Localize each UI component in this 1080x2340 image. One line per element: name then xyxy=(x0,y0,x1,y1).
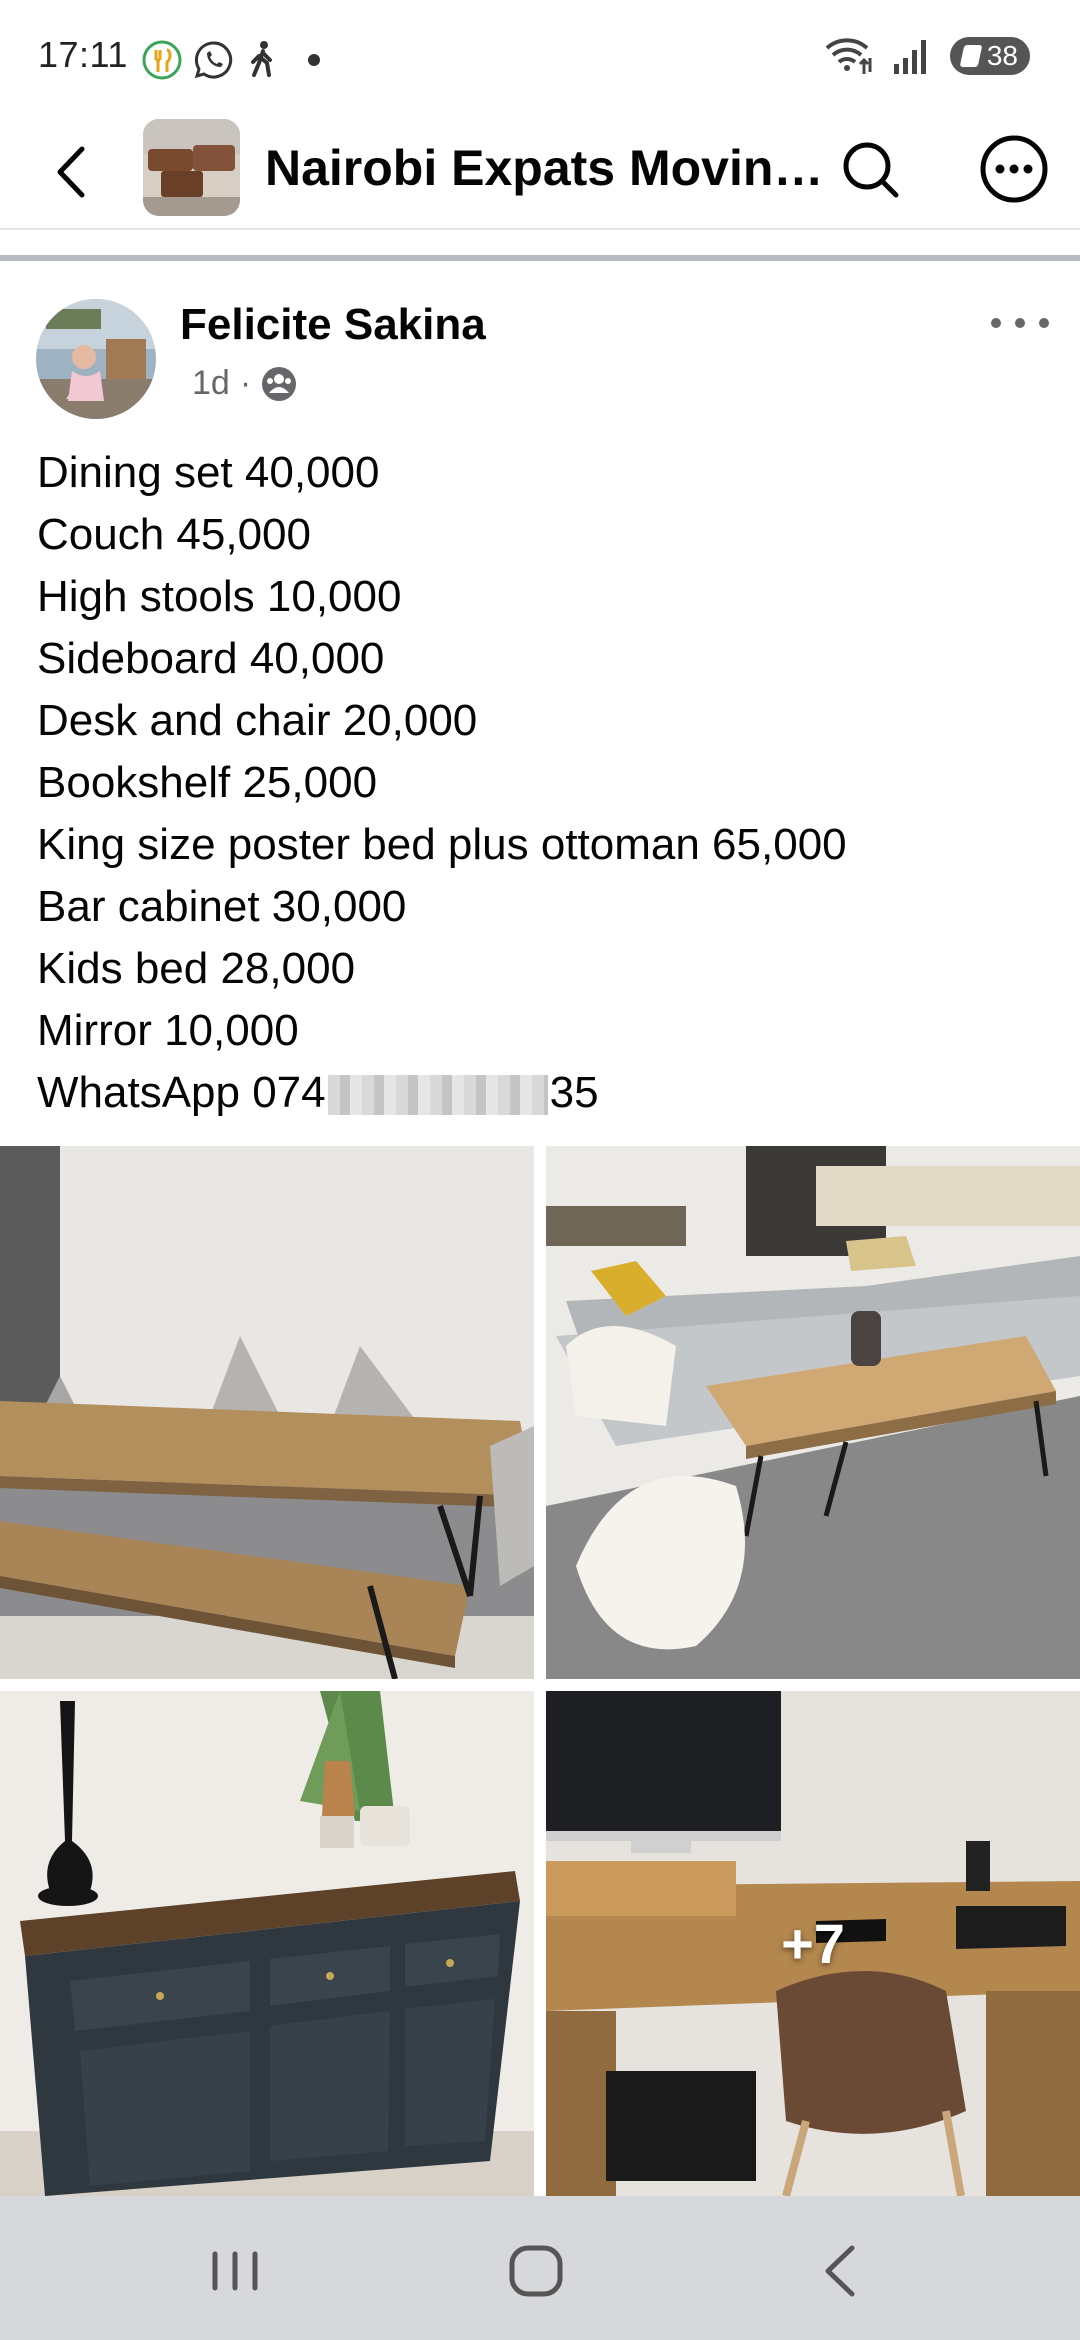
recent-apps-icon[interactable] xyxy=(195,2236,275,2306)
post-line-king-bed: King size poster bed plus ottoman 65,000 xyxy=(37,820,847,869)
notification-icons xyxy=(140,38,328,82)
status-bar: 17:11 38 xyxy=(0,0,1080,115)
post-line-kids-bed: Kids bed 28,000 xyxy=(37,944,356,993)
post-line-bar-cabinet: Bar cabinet 30,000 xyxy=(37,882,407,931)
more-options-icon[interactable] xyxy=(978,133,1050,205)
post-line-couch: Couch 45,000 xyxy=(37,510,311,559)
battery-icon: 38 xyxy=(950,37,1030,75)
whatsapp-icon xyxy=(194,41,233,79)
redacted-number xyxy=(327,1075,548,1116)
post-line-mirror: Mirror 10,000 xyxy=(37,1006,299,1055)
post-meta: 1d · xyxy=(192,364,297,403)
photo-desk-and-chair[interactable]: +7 xyxy=(546,1691,1080,2196)
group-audience-icon xyxy=(262,366,297,401)
screen: 17:11 38 Nairobi Expats Movin… Felicite … xyxy=(0,0,1080,2340)
wifi-icon xyxy=(825,38,872,74)
more-photos-count[interactable]: +7 xyxy=(546,1691,1080,2196)
signal-icon xyxy=(894,40,926,74)
group-title[interactable]: Nairobi Expats Movin… xyxy=(265,139,823,197)
post-line-desk-chair: Desk and chair 20,000 xyxy=(37,696,478,745)
section-divider xyxy=(0,255,1080,261)
group-cover-thumbnail[interactable] xyxy=(143,119,240,216)
battery-saver-glyph xyxy=(959,45,983,67)
home-icon[interactable] xyxy=(496,2236,576,2306)
whatsapp-prefix: WhatsApp 074 xyxy=(37,1068,326,1117)
post-more-icon[interactable] xyxy=(985,305,1055,341)
nav-back-icon[interactable] xyxy=(800,2236,880,2306)
post-line-sideboard: Sideboard 40,000 xyxy=(37,634,385,683)
post-author-name[interactable]: Felicite Sakina xyxy=(180,300,486,350)
photo-couch[interactable] xyxy=(546,1146,1080,1679)
post-body: Dining set 40,000 Couch 45,000 High stoo… xyxy=(37,442,847,1124)
post-line-whatsapp: WhatsApp 074 35 xyxy=(37,1062,847,1124)
status-time: 17:11 xyxy=(38,34,128,75)
photo-sideboard[interactable] xyxy=(0,1691,534,2196)
post-line-bookshelf: Bookshelf 25,000 xyxy=(37,758,378,807)
back-arrow-icon[interactable] xyxy=(40,137,110,207)
group-header: Nairobi Expats Movin… xyxy=(0,115,1080,230)
walking-icon xyxy=(251,41,272,77)
post-timestamp[interactable]: 1d xyxy=(192,364,230,403)
whatsapp-suffix: 35 xyxy=(549,1068,599,1117)
battery-level: 38 xyxy=(986,40,1018,71)
search-icon[interactable] xyxy=(836,135,906,205)
system-navigation-bar xyxy=(0,2196,1080,2340)
post-line-dining-set: Dining set 40,000 xyxy=(37,448,380,497)
avatar[interactable] xyxy=(36,299,156,419)
post-line-high-stools: High stools 10,000 xyxy=(37,572,402,621)
photo-dining-set[interactable] xyxy=(0,1146,534,1679)
meta-separator: · xyxy=(239,364,252,402)
food-delivery-icon xyxy=(142,40,182,80)
dot-icon xyxy=(308,54,320,66)
system-icons: 38 xyxy=(824,36,1030,76)
